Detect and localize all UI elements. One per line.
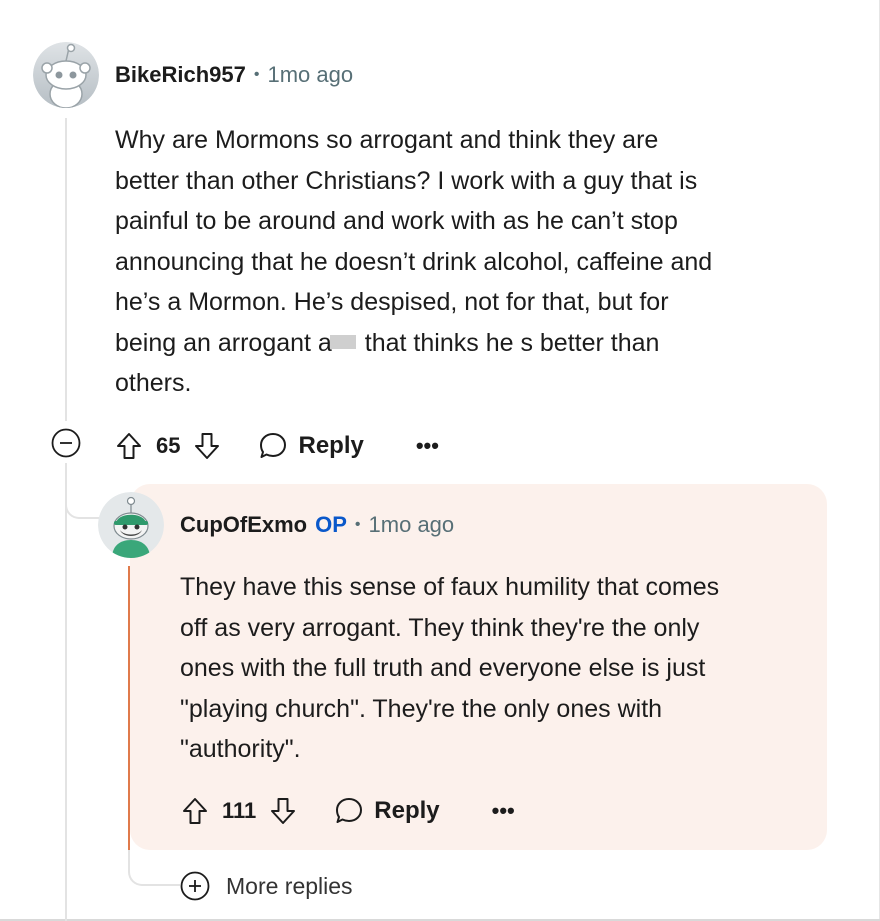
separator-dot: • xyxy=(354,516,361,533)
comment-line: "authority". xyxy=(180,735,301,763)
timestamp[interactable]: 1mo ago xyxy=(369,512,455,538)
comment-line: off as very arrogant. They think they're… xyxy=(180,613,700,642)
thread-branch xyxy=(65,463,103,519)
downvote-button[interactable] xyxy=(268,796,298,826)
more-options-button[interactable]: ••• xyxy=(416,433,439,459)
thread-line[interactable] xyxy=(65,118,67,421)
collapse-button[interactable] xyxy=(51,428,81,458)
reply-label: Reply xyxy=(298,432,364,459)
vote-count: 65 xyxy=(156,433,181,458)
avatar[interactable] xyxy=(98,492,164,558)
comment-meta: CupOfExmo OP • 1mo ago xyxy=(180,512,454,538)
reply-button[interactable]: Reply xyxy=(258,431,364,461)
speech-bubble-icon xyxy=(260,433,287,458)
comment-line: announcing that he doesn’t drink alcohol… xyxy=(115,247,713,276)
minus-circle-icon xyxy=(51,428,81,458)
op-badge: OP xyxy=(315,512,347,537)
comment-line: "playing church". They're the only ones … xyxy=(180,694,663,723)
comment-body: Why are Mormons so arrogant and think th… xyxy=(115,120,815,404)
reply-thread-line[interactable] xyxy=(128,566,130,850)
avatar[interactable] xyxy=(33,42,99,108)
upvote-button[interactable] xyxy=(180,796,210,826)
username[interactable]: CupOfExmo xyxy=(180,512,307,538)
more-replies-button[interactable]: More replies xyxy=(180,871,353,901)
more-replies-label: More replies xyxy=(226,872,353,899)
upvote-button[interactable] xyxy=(114,431,144,461)
more-options-button[interactable]: ••• xyxy=(492,798,515,824)
comment-actions: 111 Reply ••• xyxy=(180,791,515,831)
comment-line: ones with the full truth and everyone el… xyxy=(180,654,706,682)
username[interactable]: BikeRich957 xyxy=(115,62,246,88)
arrow-up-icon xyxy=(183,798,207,824)
comment-line: painful to be around and work with as he… xyxy=(115,207,678,235)
arrow-down-icon xyxy=(195,433,220,459)
comment-line: he’s a Mormon. He’s despised, not for th… xyxy=(115,288,669,316)
snoo-avatar-icon xyxy=(33,42,99,108)
comment-meta: BikeRich957 • 1mo ago xyxy=(115,62,353,88)
comment-line: being an arrogant a that thinks he s bet… xyxy=(115,323,815,364)
speech-bubble-icon xyxy=(336,798,363,823)
comment-line: Why are Mormons so arrogant and think th… xyxy=(115,126,659,154)
snoo-avatar-icon xyxy=(98,492,164,558)
thread-line[interactable] xyxy=(65,463,67,921)
arrow-down-icon xyxy=(271,798,296,824)
vote-count: 111 xyxy=(222,798,257,823)
comment-line: They have this sense of faux humility th… xyxy=(180,573,720,601)
reply-button[interactable]: Reply xyxy=(334,796,440,826)
downvote-button[interactable] xyxy=(192,431,222,461)
thread-branch xyxy=(128,850,180,886)
arrow-up-icon xyxy=(117,433,141,459)
reply-label: Reply xyxy=(374,797,440,824)
comment-line: others. xyxy=(115,369,192,397)
plus-circle-icon xyxy=(180,871,210,901)
comment-actions: 65 Reply ••• xyxy=(114,426,439,466)
comment-body: They have this sense of faux humility th… xyxy=(180,567,820,770)
redaction-block xyxy=(329,334,356,349)
timestamp[interactable]: 1mo ago xyxy=(267,62,353,88)
comment-text: being an arrogant a xyxy=(115,328,332,357)
separator-dot: • xyxy=(253,66,260,83)
comment-line: better than other Christians? I work wit… xyxy=(115,166,698,195)
comment-text: that thinks he s better than xyxy=(357,328,660,357)
